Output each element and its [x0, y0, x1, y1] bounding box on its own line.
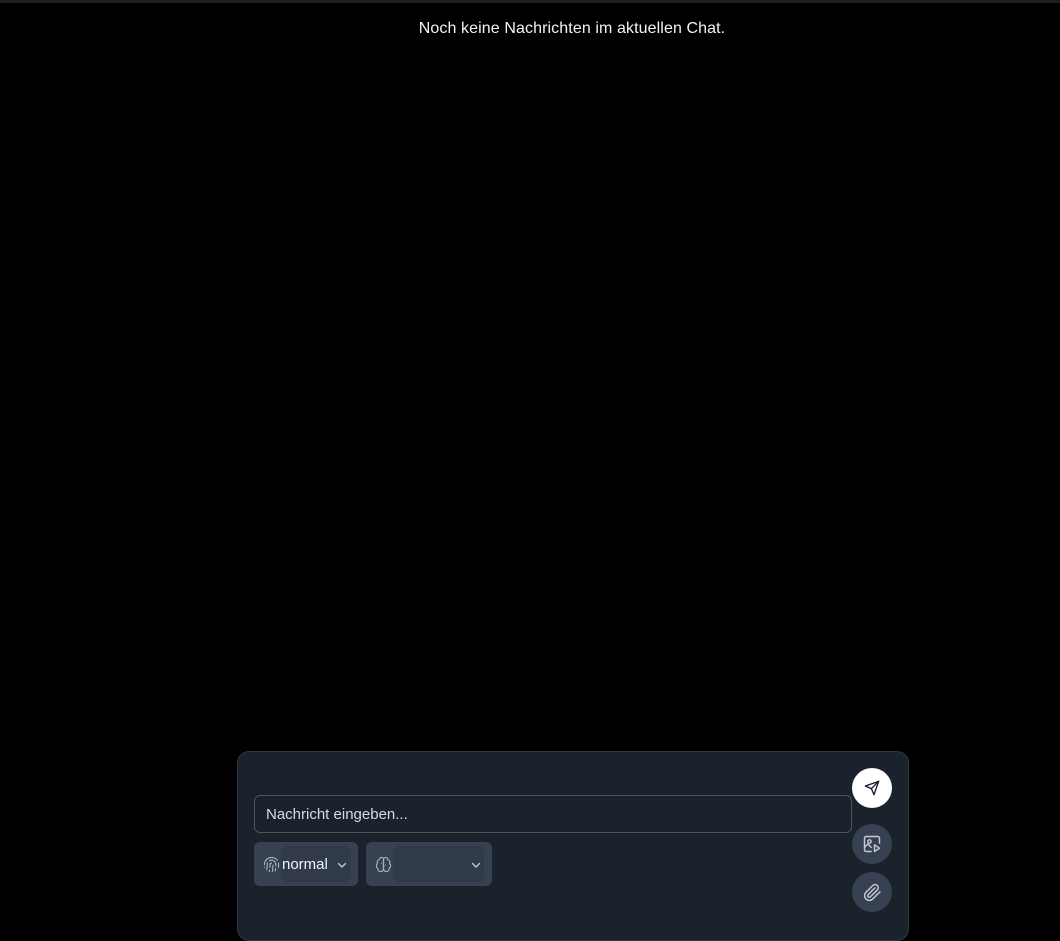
send-icon [864, 780, 880, 796]
message-composer: normal [237, 751, 909, 941]
paperclip-icon [863, 883, 882, 902]
message-input[interactable] [254, 795, 852, 833]
model-select[interactable] [366, 842, 492, 886]
image-icon [862, 834, 882, 854]
attach-file-button[interactable] [852, 872, 892, 912]
chevron-down-icon [336, 858, 348, 870]
image-upload-button[interactable] [852, 824, 892, 864]
send-button[interactable] [852, 768, 892, 808]
fingerprint-icon [261, 854, 281, 874]
mode-select[interactable]: normal [254, 842, 358, 886]
brain-icon [373, 854, 393, 874]
chevron-down-icon [470, 858, 482, 870]
top-divider [0, 0, 1060, 3]
empty-chat-message: Noch keine Nachrichten im aktuellen Chat… [418, 20, 726, 37]
